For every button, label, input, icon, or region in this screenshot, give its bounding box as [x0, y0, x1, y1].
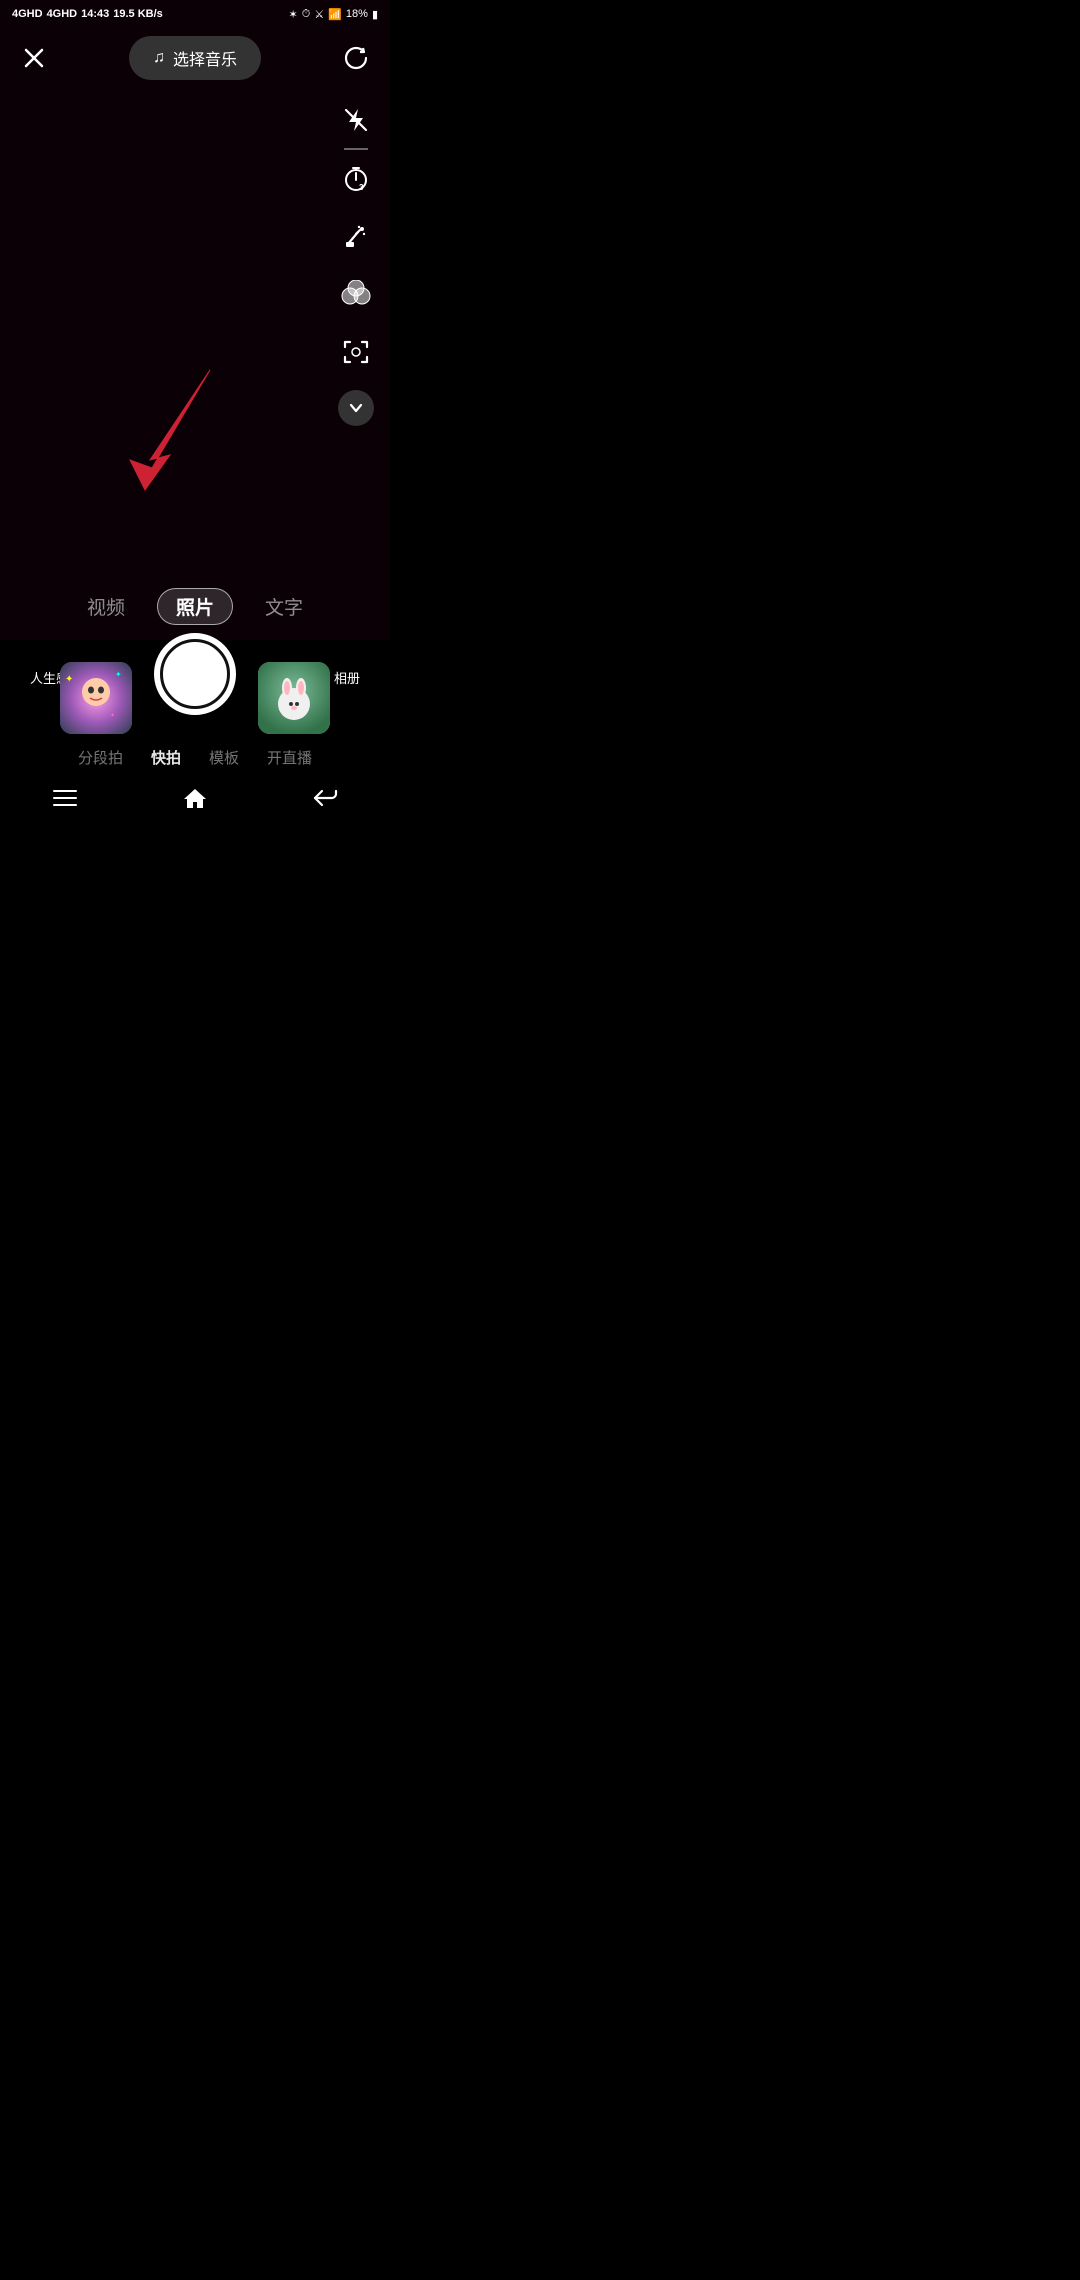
sub-mode-bar: 分段拍 快拍 模板 开直播	[0, 747, 390, 768]
sub-mode-live[interactable]: 开直播	[267, 747, 312, 768]
signal2: 4GHD	[47, 8, 78, 20]
battery-percent: 18%	[346, 8, 368, 20]
shutter-inner	[160, 639, 230, 709]
more-button[interactable]	[338, 390, 374, 426]
bottom-nav	[0, 776, 390, 820]
signal1: 4GHD	[12, 8, 43, 20]
time: 14:43	[81, 8, 109, 20]
alarm-icon: ⏱	[302, 8, 311, 21]
home-button[interactable]	[175, 778, 215, 818]
speed: 19.5 KB/s	[113, 8, 163, 20]
music-icon: ♫	[153, 49, 165, 67]
signal-area: 4GHD 4GHD 14:43 19.5 KB/s	[12, 8, 163, 20]
shutter-row: ✦ ✦ ✦ 人生感悟	[0, 633, 390, 715]
svg-text:✦: ✦	[110, 712, 115, 719]
mode-selector: 视频 照片 文字	[0, 588, 390, 625]
album-thumbnail[interactable]	[258, 662, 330, 734]
arrow-annotation	[90, 360, 250, 505]
mode-video[interactable]: 视频	[87, 593, 125, 620]
status-right: ✶ ⏱ ⚔ 📶 18% ▮	[289, 8, 378, 21]
filter-button[interactable]	[336, 274, 376, 314]
sub-mode-quick[interactable]: 快拍	[151, 747, 181, 768]
network-icon: 📶	[328, 8, 342, 21]
album-label: 相册	[334, 668, 360, 687]
svg-text:✦: ✦	[65, 674, 73, 685]
flash-button[interactable]	[336, 100, 376, 140]
beauty-button[interactable]	[336, 216, 376, 256]
status-bar: 4GHD 4GHD 14:43 19.5 KB/s ✶ ⏱ ⚔ 📶 18% ▮	[0, 0, 390, 28]
right-toolbar: 3	[336, 100, 376, 426]
svg-text:✦: ✦	[115, 670, 122, 679]
select-music-button[interactable]: ♫ 选择音乐	[129, 36, 261, 80]
bell-icon: ⚔	[314, 8, 324, 21]
timer-button[interactable]: 3	[336, 158, 376, 198]
close-button[interactable]	[16, 40, 52, 76]
battery-icon: ▮	[372, 8, 378, 21]
shutter-button[interactable]	[154, 633, 236, 715]
ar-scan-button[interactable]	[336, 332, 376, 372]
bluetooth-icon: ✶	[289, 8, 298, 21]
menu-button[interactable]	[45, 778, 85, 818]
camera-viewfinder	[0, 0, 390, 640]
sub-mode-template[interactable]: 模板	[209, 747, 239, 768]
sub-mode-segment[interactable]: 分段拍	[78, 747, 123, 768]
svg-text:3: 3	[359, 183, 364, 192]
music-label: 选择音乐	[173, 46, 237, 70]
refresh-button[interactable]	[338, 40, 374, 76]
back-button[interactable]	[305, 778, 345, 818]
top-bar: ♫ 选择音乐	[0, 28, 390, 88]
mode-text[interactable]: 文字	[265, 593, 303, 620]
gallery-thumbnail[interactable]: ✦ ✦ ✦	[60, 662, 132, 734]
mode-photo[interactable]: 照片	[157, 588, 233, 625]
